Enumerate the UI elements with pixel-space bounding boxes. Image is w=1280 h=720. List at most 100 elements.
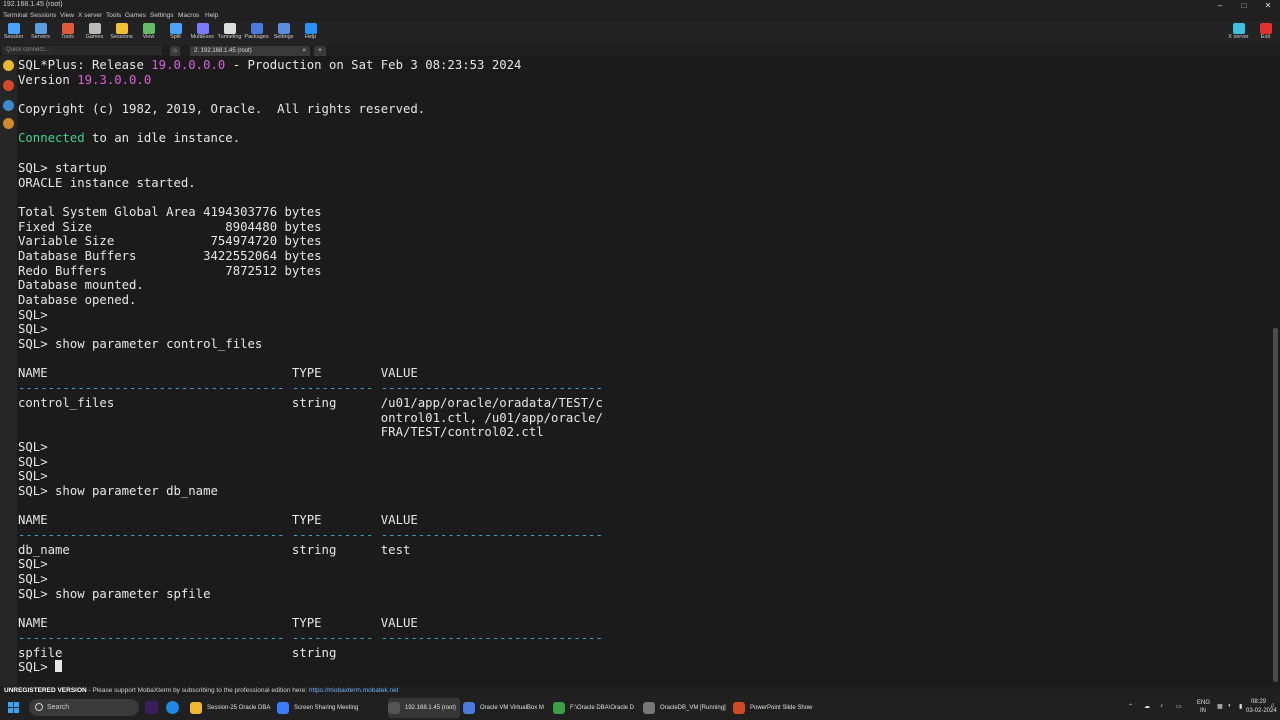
network-icon[interactable]: ▦ — [1217, 703, 1223, 710]
maximize-button[interactable]: □ — [1232, 0, 1256, 11]
toolbar-label: View — [142, 34, 155, 40]
tools-sidebar-icon[interactable] — [3, 80, 14, 91]
mobaxterm-link[interactable]: https://mobaxterm.mobatek.net — [309, 687, 399, 694]
terminal-text: ------------------------------------ ---… — [18, 528, 603, 542]
microphone-icon[interactable]: ♪ — [1160, 703, 1163, 709]
toolbar-sessions-button[interactable]: Sessions — [108, 22, 135, 44]
terminal-text: NAME TYPE VALUE — [18, 616, 418, 631]
terminal-text: ORACLE instance started. — [18, 175, 196, 190]
toolbar-label: Split — [170, 34, 181, 40]
terminal-scrollbar[interactable] — [1271, 56, 1280, 686]
menu-games[interactable]: Games — [125, 12, 146, 19]
menu-sessions[interactable]: Sessions — [30, 12, 56, 19]
taskbar-app-mobaxterm[interactable]: 192.168.1.45 (root) — [388, 698, 460, 718]
sessions-star-icon[interactable] — [3, 60, 14, 71]
notification-bell-icon[interactable]: ♫ — [1270, 703, 1275, 709]
toolbar-multiexec-button[interactable]: MultiExec — [189, 22, 216, 44]
menu-macros[interactable]: Macros — [178, 12, 199, 19]
terminal-line: SQL> show parameter control_files — [18, 337, 1268, 352]
display-icon[interactable]: ▭ — [1176, 703, 1182, 710]
plus-icon: + — [318, 48, 322, 54]
taskbar-app-explorer[interactable]: Session-25 Oracle DBA — [190, 698, 272, 718]
toolbar-exit-button[interactable]: Exit — [1252, 22, 1279, 44]
windows-start-icon[interactable] — [8, 702, 20, 714]
terminal-output[interactable]: SQL*Plus: Release 19.0.0.0.0 - Productio… — [18, 58, 1268, 684]
mobaxterm-icon — [388, 702, 400, 714]
tab-close-icon[interactable]: × — [302, 46, 306, 56]
terminal-prompt-line[interactable]: SQL> — [18, 660, 1268, 675]
chevron-up-icon[interactable]: ⌃ — [1128, 703, 1133, 710]
taskbar-app-meeting[interactable]: Screen Sharing Meeting — [277, 698, 367, 718]
terminal-line: spfile string — [18, 646, 1268, 661]
terminal-text: SQL> show parameter db_name — [18, 483, 218, 498]
taskbar-app-powerpoint[interactable]: PowerPoint Slide Show — [733, 698, 819, 718]
menu-terminal[interactable]: Terminal — [3, 12, 28, 19]
macros-sidebar-icon[interactable] — [3, 118, 14, 129]
star-icon — [115, 23, 128, 34]
taskbar-search-input[interactable]: Search — [29, 699, 139, 716]
toolbar-help-button[interactable]: Help — [297, 22, 324, 44]
taskbar-app-virtualbox[interactable]: Oracle VM VirtualBox M — [463, 698, 549, 718]
terminal-text: SQL> startup — [18, 160, 107, 175]
status-message: - Please support MobaXterm by subscribin… — [86, 687, 309, 694]
menu-settings[interactable]: Settings — [150, 12, 174, 19]
terminal-text: Database opened. — [18, 293, 137, 307]
clock-time[interactable]: 08:29 — [1251, 699, 1266, 705]
volume-icon[interactable]: ◐ — [1228, 703, 1232, 709]
terminal-text: to an idle instance. — [84, 131, 241, 146]
toolbar-servers-button[interactable]: Servers — [27, 22, 54, 44]
premiere-icon[interactable] — [145, 701, 158, 714]
x-server-icon — [1232, 23, 1245, 34]
toolbar-label: Exit — [1260, 34, 1271, 40]
terminal-text: SQL> show parameter spfile — [18, 586, 211, 601]
terminal-line: control_files string /u01/app/oracle/ora… — [18, 396, 1268, 411]
notepad-icon — [553, 702, 565, 714]
view-icon — [142, 23, 155, 34]
menu-x-server[interactable]: X server — [78, 12, 102, 19]
toolbar-x-server-button[interactable]: X server — [1225, 22, 1252, 44]
terminal-text: db_name string test — [18, 542, 411, 557]
terminal-text: Database mounted. — [18, 278, 144, 293]
taskbar-app-label: Oracle VM VirtualBox M — [480, 705, 544, 711]
toolbar-session-button[interactable]: Session — [0, 22, 27, 44]
taskbar-app-vm[interactable]: OracleDB_VM [Running] — [643, 698, 729, 718]
terminal-line: Variable Size 754974720 bytes — [18, 234, 1268, 249]
menu-help[interactable]: Help — [205, 12, 218, 19]
session-tab-bar: Quick connect... ⌂ 2. 192.168.1.45 (root… — [0, 45, 1280, 56]
new-tab-button[interactable]: + — [314, 46, 326, 56]
toolbar-settings-button[interactable]: Settings — [270, 22, 297, 44]
minimize-button[interactable]: – — [1208, 0, 1232, 11]
terminal-line: SQL> — [18, 322, 1268, 337]
taskbar-app-label: 192.168.1.45 (root) — [405, 705, 457, 711]
toolbar-split-button[interactable]: Split — [162, 22, 189, 44]
terminal-line: Copyright (c) 1982, 2019, Oracle. All ri… — [18, 102, 1268, 117]
battery-icon[interactable]: ▮ — [1239, 703, 1242, 710]
close-button[interactable]: ✕ — [1256, 0, 1280, 11]
cloud-icon[interactable]: ☁ — [1144, 703, 1150, 710]
edge-icon[interactable] — [166, 701, 179, 714]
toolbar-tunneling-button[interactable]: Tunneling — [216, 22, 243, 44]
quick-connect-input[interactable]: Quick connect... — [2, 46, 162, 55]
toolbar-view-button[interactable]: View — [135, 22, 162, 44]
toolbar-games-button[interactable]: Games — [81, 22, 108, 44]
terminal-line: ------------------------------------ ---… — [18, 631, 1268, 646]
taskbar-app-notepad[interactable]: F:\Oracle DBA\Oracle D — [553, 698, 639, 718]
scrollbar-thumb[interactable] — [1273, 328, 1278, 682]
toolbar-label: X server — [1228, 34, 1249, 40]
menu-view[interactable]: View — [60, 12, 74, 19]
sftp-sidebar-icon[interactable] — [3, 100, 14, 111]
home-tab[interactable]: ⌂ — [170, 46, 180, 56]
windows-taskbar: Search Session-25 Oracle DBA Screen Shari… — [0, 696, 1280, 720]
toolbar-tools-button[interactable]: Tools — [54, 22, 81, 44]
search-icon — [35, 703, 43, 711]
menu-tools[interactable]: Tools — [106, 12, 121, 19]
terminal-text: - Production on Sat Feb 3 08:23:53 2024 — [225, 58, 522, 72]
toolbar-packages-button[interactable]: Packages — [243, 22, 270, 44]
terminal-text: NAME TYPE VALUE — [18, 513, 418, 528]
unregistered-label: UNREGISTERED VERSION — [4, 687, 87, 694]
terminal-line: SQL*Plus: Release 19.0.0.0.0 - Productio… — [18, 58, 1268, 73]
terminal-line: ------------------------------------ ---… — [18, 381, 1268, 396]
language-indicator[interactable]: ENG — [1197, 700, 1210, 706]
session-tab-active[interactable]: 2. 192.168.1.45 (root) × — [190, 46, 310, 56]
terminal-line: SQL> — [18, 572, 1268, 587]
